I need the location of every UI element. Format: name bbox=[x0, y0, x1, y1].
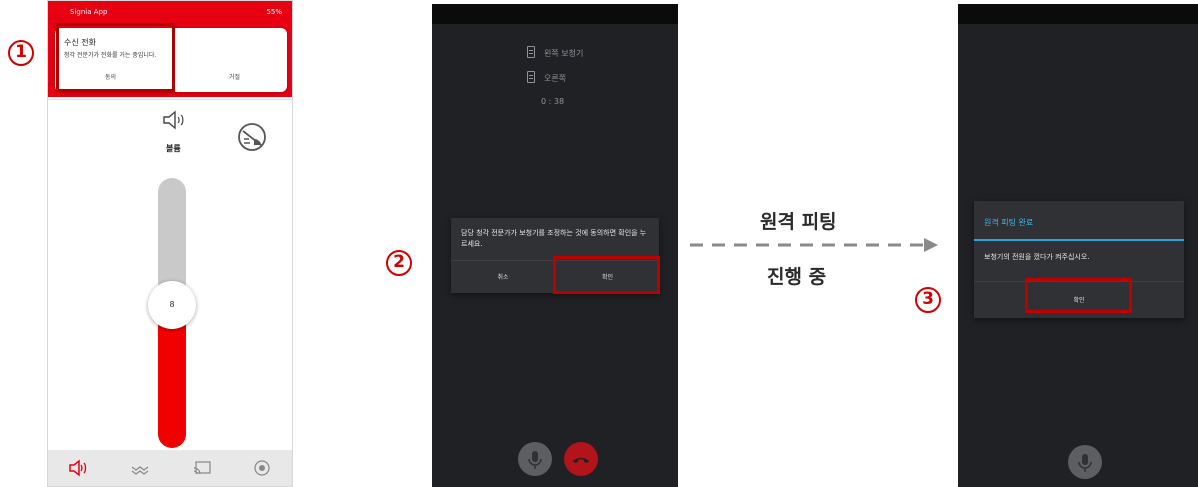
phone-screen-remote-consent: 왼쪽 보청기 오른쪽 0 : 38 담당 청각 전문가가 보청기를 조정하는 것… bbox=[432, 4, 678, 487]
cast-icon[interactable] bbox=[192, 458, 212, 478]
dialog-message: 담당 청각 전문가가 보청기를 조정하는 것에 동의하면 확인을 누르세요. bbox=[461, 229, 647, 248]
phone-screen-fitting-complete: 원격 피팅 완료 보청기의 전원을 껐다가 켜주십시오. 확인 bbox=[958, 4, 1198, 487]
left-device-label: 왼쪽 보청기 bbox=[544, 49, 584, 58]
top-bar bbox=[958, 4, 1198, 24]
highlight-box bbox=[56, 23, 175, 92]
phone-screen-incoming-call: Signia App 55% 수신 전화 청각 전문가가 전화를 거는 중입니다… bbox=[47, 0, 293, 487]
call-timer: 0 : 38 bbox=[541, 97, 565, 106]
highlight-box bbox=[1025, 278, 1132, 313]
volume-label: 볼륨 bbox=[166, 144, 181, 153]
decline-button[interactable]: 거절 bbox=[229, 72, 240, 81]
dialog-title-rule bbox=[974, 239, 1184, 241]
step-badge-2: 2 bbox=[386, 250, 412, 276]
highlight-box bbox=[553, 256, 660, 294]
volume-slider-knob[interactable]: 8 bbox=[148, 281, 196, 329]
equalizer-icon[interactable] bbox=[130, 458, 150, 478]
status-app-name: Signia App bbox=[70, 8, 108, 16]
microphone-button[interactable] bbox=[1068, 445, 1102, 479]
step-badge-3: 3 bbox=[915, 287, 941, 313]
right-device-label: 오른쪽 bbox=[544, 74, 567, 83]
battery-icon bbox=[527, 46, 535, 58]
target-icon[interactable] bbox=[252, 458, 272, 478]
dialog-message: 보청기의 전원을 껐다가 켜주십시오. bbox=[984, 253, 1090, 261]
step-badge-1: 1 bbox=[8, 40, 34, 66]
speaker-icon[interactable] bbox=[162, 110, 186, 130]
cancel-button[interactable]: 취소 bbox=[451, 261, 555, 294]
battery-icon bbox=[527, 71, 535, 83]
arrow-icon bbox=[690, 236, 940, 254]
process-label-top: 원격 피팅 bbox=[760, 211, 837, 233]
microphone-button[interactable] bbox=[518, 442, 552, 476]
hang-up-button[interactable] bbox=[564, 442, 598, 476]
status-battery: 55% bbox=[266, 8, 282, 16]
dialog-title: 원격 피팅 완료 bbox=[984, 218, 1034, 227]
divider bbox=[48, 99, 292, 100]
process-label-bottom: 진행 중 bbox=[767, 266, 827, 288]
noise-reduction-icon[interactable] bbox=[234, 119, 270, 155]
bottom-navigation bbox=[48, 450, 292, 486]
speaker-icon[interactable] bbox=[68, 458, 88, 478]
top-bar bbox=[432, 4, 678, 24]
